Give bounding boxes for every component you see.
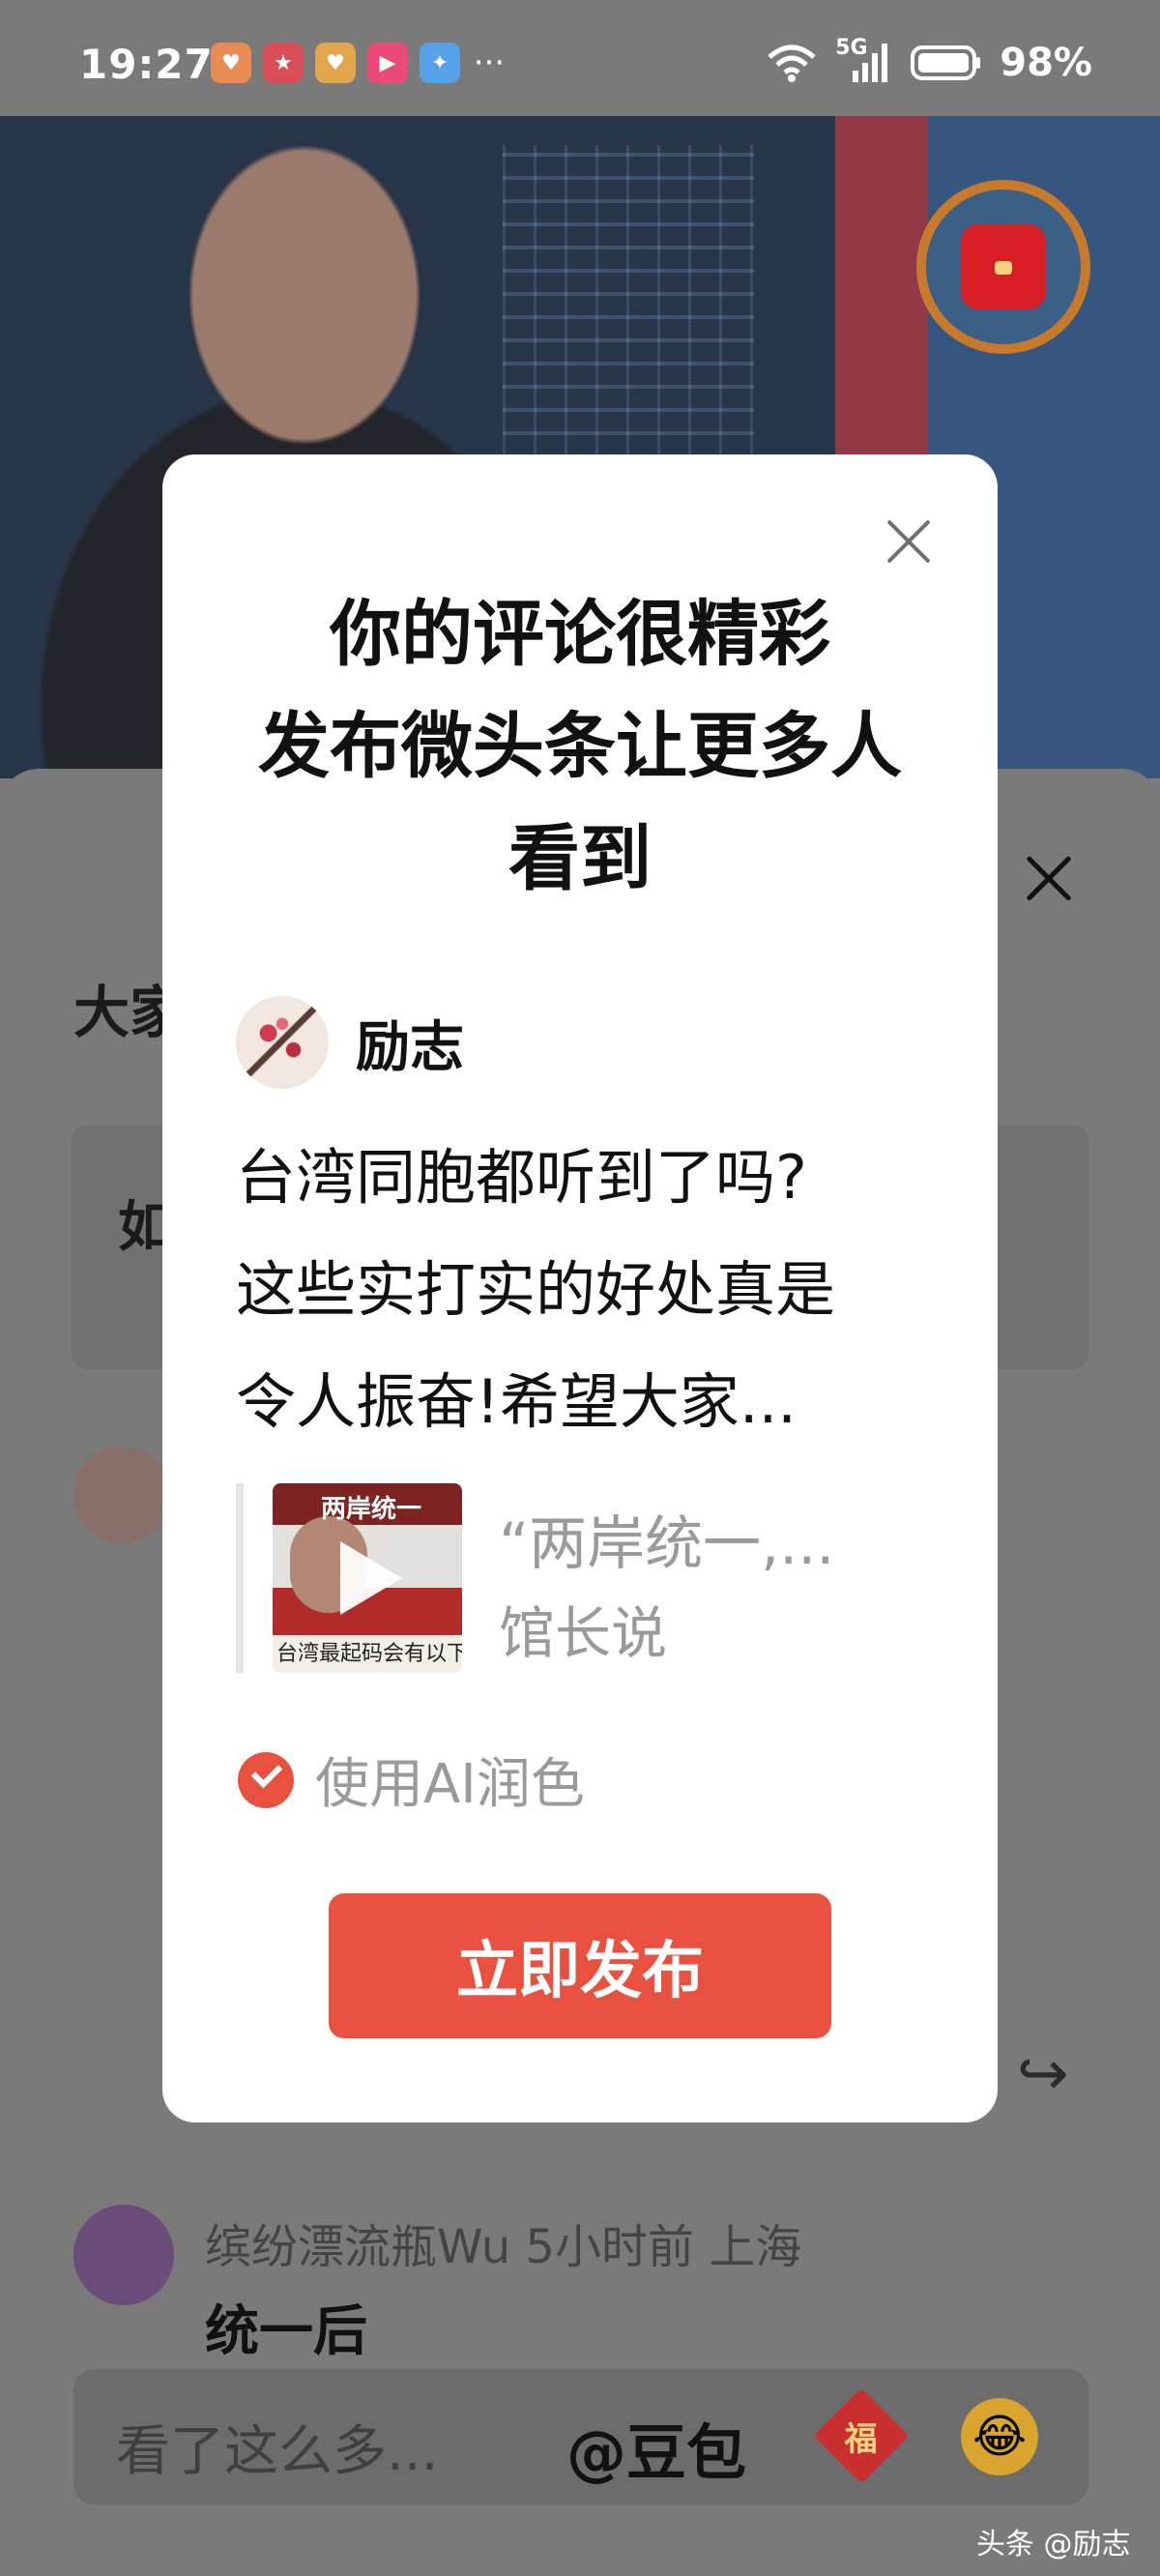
mention-doubao-button[interactable]: @豆包 <box>566 2404 746 2491</box>
cellular-signal-icon: 5G <box>835 36 893 84</box>
quoted-title: “两岸统一,... <box>499 1510 835 1578</box>
emoji-icon[interactable]: 😂 <box>961 2398 1038 2475</box>
ai-polish-label: 使用AI润色 <box>315 1753 585 1816</box>
comment-input-placeholder: 看了这么多... <box>116 2420 439 2483</box>
watermark: 头条 @励志 <box>976 2528 1131 2561</box>
post-text-line: 台湾同胞都听到了吗? <box>236 1142 807 1213</box>
author-name: 励志 <box>356 1015 464 1079</box>
checkbox-checked-icon[interactable] <box>238 1751 294 1808</box>
heart-app-icon: ♥ <box>211 43 251 83</box>
avatar <box>236 996 329 1089</box>
quoted-video-card[interactable]: 两岸统一 台湾最起码会有以下这 “两岸统一,... 馆长说 <box>236 1483 932 1673</box>
publish-button[interactable]: 立即发布 <box>329 1893 831 2038</box>
618-app-icon: ★ <box>263 43 304 83</box>
status-bar: 19:27 ♥ ★ ♥ ▶ ✦ ··· 5G 98% <box>0 0 1160 116</box>
share-icon[interactable]: ↪ <box>1017 2038 1069 2110</box>
comment-input-bar[interactable]: 看了这么多... @豆包 福 😂 <box>73 2369 1088 2504</box>
battery-percentage: 98% <box>1000 41 1092 85</box>
post-text-line: 令人振奋!希望大家... <box>236 1366 797 1437</box>
battery-icon <box>911 45 981 80</box>
comment-username-meta: 缤纷漂流瓶Wu 5小时前 上海 <box>205 2220 802 2274</box>
fu-char: 福 <box>845 2419 878 2459</box>
comment-text: 统一后 <box>205 2300 367 2363</box>
modal-title: 你的评论很精彩 发布微头条让更多人 看到 <box>162 578 998 915</box>
video-thumbnail: 两岸统一 台湾最起码会有以下这 <box>273 1483 462 1673</box>
close-icon[interactable] <box>878 511 940 572</box>
modal-title-line: 你的评论很精彩 <box>330 593 830 676</box>
commenter-avatar[interactable] <box>73 2205 174 2305</box>
red-packet-icon[interactable] <box>916 180 1090 354</box>
wifi-icon <box>768 44 816 82</box>
ai-polish-option[interactable]: 使用AI润色 <box>238 1741 585 1819</box>
thumbnail-caption: 台湾最起码会有以下这 <box>276 1642 462 1666</box>
fu-sticker-icon[interactable]: 福 <box>813 2387 910 2484</box>
pinwheel-app-icon: ✦ <box>420 43 460 83</box>
quoted-source: 馆长说 <box>499 1600 668 1666</box>
publish-prompt-modal: 你的评论很精彩 发布微头条让更多人 看到 励志 台湾同胞都听到了吗? 这些实打实… <box>162 454 998 2122</box>
play-icon <box>340 1541 402 1615</box>
sheet-close-icon[interactable] <box>1015 844 1083 912</box>
notification-icons: ♥ ★ ♥ ▶ ✦ ··· <box>211 43 507 83</box>
modal-title-line: 发布微头条让更多人 <box>258 705 902 788</box>
thumbnail-tag: 两岸统一 <box>321 1495 422 1524</box>
post-author: 励志 <box>236 996 464 1089</box>
post-text: 台湾同胞都听到了吗? 这些实打实的好处真是 令人振奋!希望大家... <box>236 1122 951 1458</box>
status-indicators: 5G 98% <box>766 36 1092 85</box>
avatar <box>73 1447 170 1543</box>
modal-title-line: 看到 <box>508 817 652 900</box>
more-notifications-icon: ··· <box>473 44 506 82</box>
heart-app-icon: ♥ <box>315 43 356 83</box>
post-text-line: 这些实打实的好处真是 <box>236 1254 836 1325</box>
video-app-icon: ▶ <box>367 43 408 83</box>
status-time: 19:27 <box>79 41 214 88</box>
